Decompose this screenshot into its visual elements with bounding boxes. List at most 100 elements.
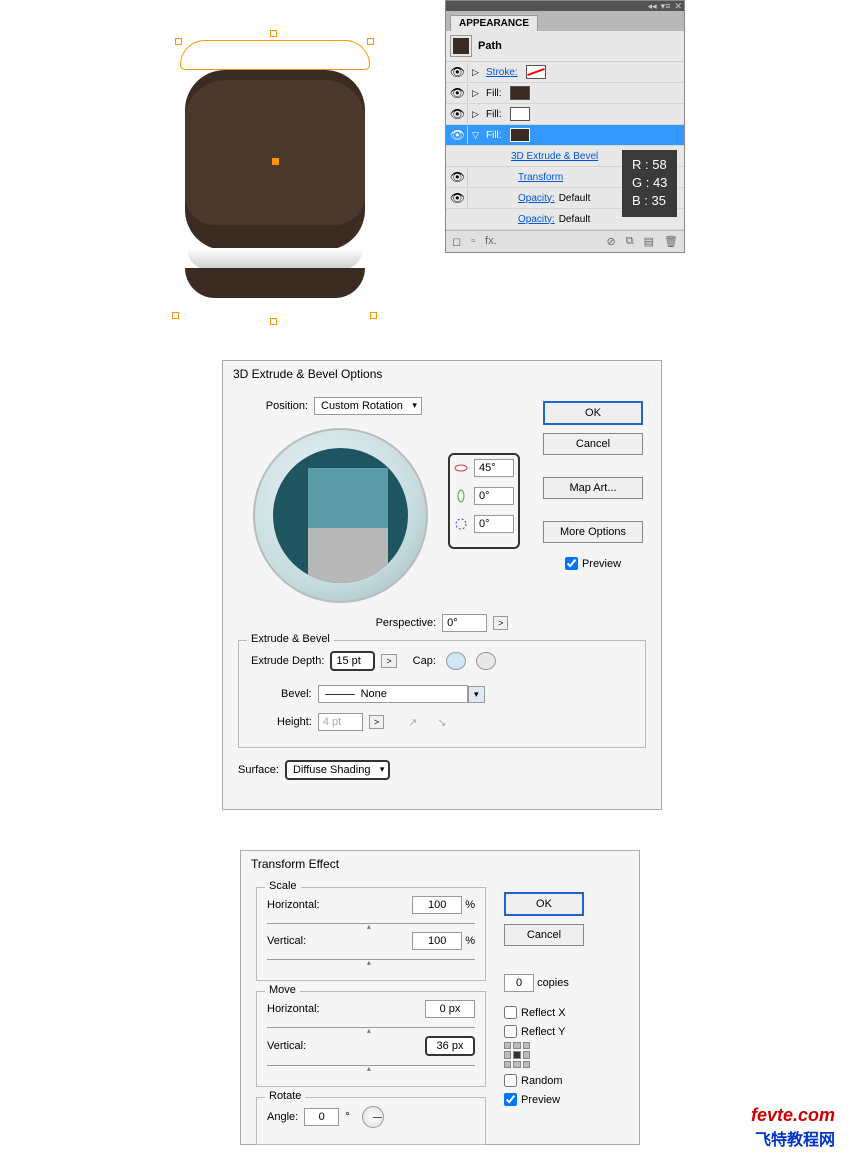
visibility-icon[interactable]: 👁	[448, 126, 468, 144]
position-label: Position:	[238, 400, 308, 412]
fill-label: Fill:	[486, 88, 502, 99]
panel-menu-icon[interactable]: ▾≡	[661, 1, 671, 12]
bevel-in-icon[interactable]: ↗	[408, 716, 417, 729]
cancel-button[interactable]: Cancel	[504, 924, 584, 946]
preview-check[interactable]	[565, 557, 578, 570]
extrude-bevel-section: Extrude & Bevel Extrude Depth: > Cap: Be…	[238, 640, 646, 748]
fill-color-swatch[interactable]	[510, 107, 530, 121]
surface-dropdown[interactable]: Diffuse Shading	[285, 760, 390, 780]
visibility-icon[interactable]: 👁	[448, 105, 468, 123]
expand-icon[interactable]: ▷	[472, 67, 482, 78]
move-h-input[interactable]	[425, 1000, 475, 1018]
copies-input[interactable]	[504, 974, 534, 992]
angle-dial[interactable]	[362, 1106, 384, 1128]
fx-icon[interactable]: fx.	[485, 235, 497, 248]
panel-collapse-icon[interactable]: ◂◂	[648, 1, 657, 12]
stroke-row[interactable]: 👁 ▷ Stroke:	[446, 62, 684, 83]
move-v-label: Vertical:	[267, 1040, 306, 1052]
scale-v-slider[interactable]	[267, 954, 475, 960]
expand-icon[interactable]: ▷	[472, 109, 482, 120]
bevel-out-icon[interactable]: ↘	[437, 716, 446, 729]
angle-input[interactable]	[304, 1108, 339, 1126]
rotate-x-input[interactable]	[474, 459, 514, 477]
canvas-preview	[175, 30, 385, 300]
preview-checkbox[interactable]: Preview	[504, 1093, 624, 1106]
move-h-slider[interactable]	[267, 1022, 475, 1028]
watermark-cn: 飞特教程网	[751, 1126, 835, 1150]
random-checkbox[interactable]: Random	[504, 1074, 624, 1087]
selection-handle[interactable]	[270, 30, 277, 37]
appearance-header: Path	[446, 31, 684, 62]
cap-label: Cap:	[413, 655, 436, 667]
stroke-color-none[interactable]	[526, 65, 546, 79]
scale-h-input[interactable]	[412, 896, 462, 914]
clear-icon[interactable]: ⊘	[607, 235, 616, 248]
expand-icon[interactable]: ▷	[472, 88, 482, 99]
rotation-trackball[interactable]	[253, 428, 428, 603]
fill-color-swatch[interactable]	[510, 128, 530, 142]
perspective-label: Perspective:	[376, 617, 437, 629]
appearance-tab[interactable]: APPEARANCE	[450, 15, 538, 31]
move-v-input[interactable]	[425, 1036, 475, 1056]
rotate-y-input[interactable]	[474, 487, 514, 505]
reflect-y-checkbox[interactable]: Reflect Y	[504, 1025, 624, 1038]
extrude-depth-input[interactable]	[330, 651, 375, 671]
new-stroke-icon[interactable]: ▫	[471, 235, 475, 248]
scale-section: Scale Horizontal: % Vertical: %	[256, 887, 486, 981]
extrude-effect-link[interactable]: 3D Extrude & Bevel	[511, 151, 598, 162]
cap-off-button[interactable]	[476, 652, 496, 670]
fill-row-2[interactable]: 👁 ▷ Fill:	[446, 104, 684, 125]
rotate-legend: Rotate	[265, 1090, 305, 1102]
ok-button[interactable]: OK	[504, 892, 584, 916]
selection-handle[interactable]	[270, 318, 277, 325]
bevel-height-input[interactable]	[318, 713, 363, 731]
more-options-button[interactable]: More Options	[543, 521, 643, 543]
rgb-g: G : 43	[632, 174, 667, 192]
map-art-button[interactable]: Map Art...	[543, 477, 643, 499]
new-fill-icon[interactable]: ◻	[452, 235, 461, 248]
reflect-x-checkbox[interactable]: Reflect X	[504, 1006, 624, 1019]
cap-on-button[interactable]	[446, 652, 466, 670]
selection-handle[interactable]	[367, 38, 374, 45]
selection-handle[interactable]	[370, 312, 377, 319]
panel-close-icon[interactable]: ✕	[674, 1, 682, 12]
bevel-dropdown[interactable]: None	[318, 685, 468, 703]
height-label: Height:	[277, 716, 312, 728]
perspective-stepper[interactable]: >	[493, 616, 508, 630]
fill-row-selected[interactable]: 👁 ▽ Fill:	[446, 125, 684, 146]
scale-v-input[interactable]	[412, 932, 462, 950]
perspective-input[interactable]	[442, 614, 487, 632]
rotate-z-input[interactable]	[474, 515, 514, 533]
selection-center[interactable]	[272, 158, 279, 165]
selection-handle[interactable]	[172, 312, 179, 319]
cancel-button[interactable]: Cancel	[543, 433, 643, 455]
position-dropdown[interactable]: Custom Rotation	[314, 397, 422, 415]
stroke-label[interactable]: Stroke:	[486, 67, 518, 78]
visibility-icon[interactable]: 👁	[448, 168, 468, 186]
delete-icon[interactable]: 🗑	[664, 235, 678, 248]
fill-color-swatch[interactable]	[510, 86, 530, 100]
rotate-y-icon	[454, 489, 468, 503]
scale-h-slider[interactable]	[267, 918, 475, 924]
dialog-title: 3D Extrude & Bevel Options	[223, 361, 661, 387]
depth-stepper[interactable]: >	[381, 654, 396, 668]
visibility-icon[interactable]: 👁	[448, 189, 468, 207]
visibility-icon[interactable]: 👁	[448, 84, 468, 102]
height-stepper[interactable]: >	[369, 715, 384, 729]
rotate-section: Rotate Angle: °	[256, 1097, 486, 1145]
move-legend: Move	[265, 984, 300, 996]
visibility-icon[interactable]: 👁	[448, 63, 468, 81]
duplicate-icon[interactable]: ⧉	[626, 235, 634, 248]
move-v-slider[interactable]	[267, 1060, 475, 1066]
anchor-point-grid[interactable]	[504, 1042, 530, 1068]
selection-handle[interactable]	[175, 38, 182, 45]
fill-row-1[interactable]: 👁 ▷ Fill:	[446, 83, 684, 104]
collapse-icon[interactable]: ▽	[472, 130, 482, 141]
transform-effect-link[interactable]: Transform	[518, 172, 563, 183]
ok-button[interactable]: OK	[543, 401, 643, 425]
opacity-label[interactable]: Opacity:	[518, 193, 555, 204]
preview-checkbox[interactable]: Preview	[565, 557, 621, 570]
watermark-url: fevte.com	[751, 1105, 835, 1126]
new-icon[interactable]: ▤	[644, 235, 654, 248]
opacity-label[interactable]: Opacity:	[518, 214, 555, 225]
